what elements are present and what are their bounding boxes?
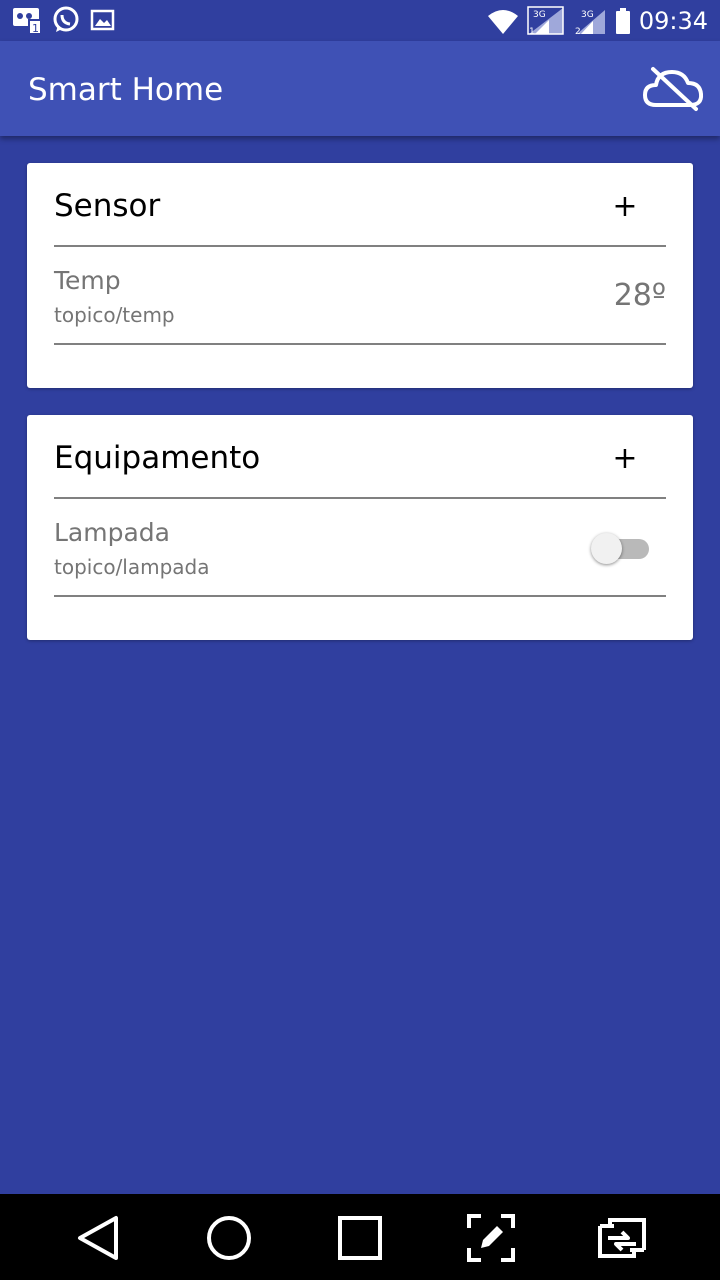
cloud-connection-button[interactable]: [640, 63, 706, 113]
svg-text:1: 1: [32, 22, 39, 34]
switch-icon: [598, 1218, 646, 1258]
sensor-topic: topico/temp: [54, 303, 175, 327]
svg-text:3G: 3G: [581, 10, 594, 20]
svg-text:1: 1: [529, 27, 535, 36]
recents-button[interactable]: [334, 1212, 386, 1264]
divider: [54, 343, 666, 345]
app-title: Smart Home: [28, 72, 224, 108]
edit-screenshot-icon: [467, 1214, 515, 1262]
divider: [54, 595, 666, 597]
equipment-topic: topico/lampada: [54, 555, 210, 579]
home-icon: [207, 1216, 251, 1260]
home-button[interactable]: [203, 1212, 255, 1264]
divider: [54, 245, 666, 247]
recents-icon: [338, 1216, 382, 1260]
signal-3g-sim1-icon: 3G 1: [527, 6, 564, 36]
sensor-value: 28º: [613, 278, 666, 313]
edit-screenshot-button[interactable]: [465, 1212, 517, 1264]
clock: 09:34: [638, 7, 708, 35]
sensor-name: Temp: [54, 266, 121, 295]
status-bar: 1 3G 1 3G 2 09:34: [0, 0, 720, 41]
app-bar: Smart Home: [0, 41, 720, 136]
system-icons: 3G 1 3G 2 09:34: [487, 6, 708, 36]
navigation-bar: [0, 1194, 720, 1280]
svg-text:3G: 3G: [533, 10, 546, 20]
sensor-card-title: Sensor: [54, 188, 161, 224]
add-sensor-button[interactable]: +: [607, 187, 643, 227]
equipment-card: Equipamento + Lampada topico/lampada: [27, 415, 693, 640]
battery-icon: [615, 8, 630, 34]
lampada-toggle-switch[interactable]: [591, 528, 651, 568]
divider: [54, 497, 666, 499]
svg-text:2: 2: [575, 27, 581, 36]
notification-icons: 1: [12, 6, 116, 34]
back-icon: [78, 1216, 118, 1260]
equipment-name: Lampada: [54, 518, 170, 547]
whatsapp-icon: [53, 6, 79, 32]
signal-3g-sim2-icon: 3G 2: [575, 10, 605, 36]
sensor-card: Sensor + Temp topico/temp 28º: [27, 163, 693, 388]
add-equipment-button[interactable]: +: [607, 439, 643, 479]
equipment-card-title: Equipamento: [54, 440, 261, 476]
cloud-off-icon: [643, 67, 704, 111]
wifi-icon: [487, 10, 518, 34]
message-icon: 1: [13, 8, 42, 34]
back-button[interactable]: [72, 1212, 124, 1264]
image-icon: [90, 9, 115, 31]
switch-button[interactable]: [594, 1212, 646, 1264]
switch-thumb: [591, 533, 622, 564]
